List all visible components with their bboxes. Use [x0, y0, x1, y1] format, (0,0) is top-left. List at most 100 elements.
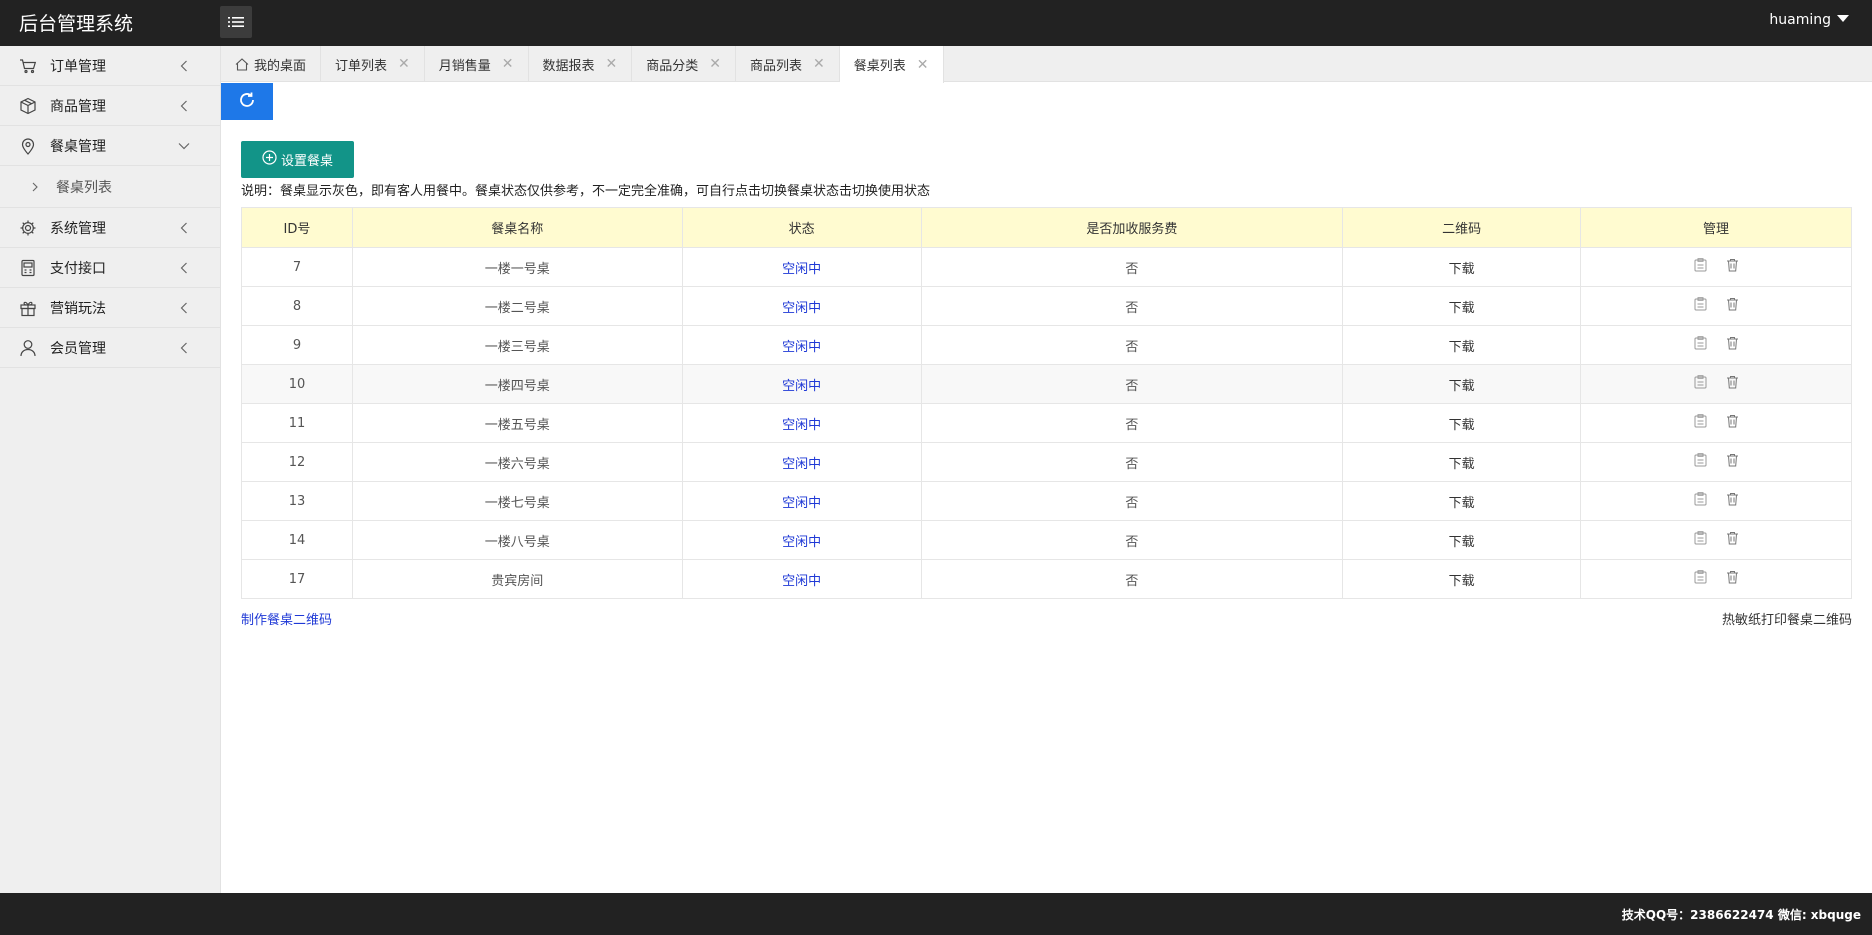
edit-icon[interactable]: [1694, 297, 1707, 311]
cell-name: 一楼七号桌: [351, 481, 683, 521]
top-header: 后台管理系统 huaming: [0, 0, 1872, 46]
delete-icon[interactable]: [1726, 492, 1739, 506]
download-qr-link[interactable]: 下载: [1449, 457, 1475, 472]
refresh-button[interactable]: [221, 83, 273, 120]
sidebar-item-products[interactable]: 商品管理: [0, 86, 220, 126]
download-qr-link[interactable]: 下载: [1449, 535, 1475, 550]
tab-product-category[interactable]: 商品分类 ✕: [632, 46, 737, 82]
cell-status: 空闲中: [681, 286, 922, 326]
status-toggle-link[interactable]: 空闲中: [782, 457, 821, 472]
sidebar-item-members[interactable]: 会员管理: [0, 328, 220, 368]
delete-icon[interactable]: [1726, 531, 1739, 545]
cart-icon: [19, 57, 37, 75]
close-icon[interactable]: ✕: [502, 56, 514, 72]
edit-icon[interactable]: [1694, 336, 1707, 350]
sidebar-item-payment[interactable]: 支付接口: [0, 248, 220, 288]
cell-id: 13: [241, 481, 353, 521]
sidebar-item-orders[interactable]: 订单管理: [0, 46, 220, 86]
thermal-print-qr-link[interactable]: 热敏纸打印餐桌二维码: [1722, 609, 1852, 628]
cell-fee: 否: [920, 247, 1344, 287]
sidebar: 订单管理 商品管理 餐桌管理 餐桌列表 系统管理 支付接口 营销玩法 会员管理: [0, 46, 221, 893]
close-icon[interactable]: ✕: [709, 56, 721, 72]
tab-data-report[interactable]: 数据报表 ✕: [529, 46, 633, 82]
tab-monthly-sales[interactable]: 月销售量 ✕: [425, 46, 529, 82]
edit-icon[interactable]: [1694, 375, 1707, 389]
close-icon[interactable]: ✕: [398, 56, 410, 72]
cell-status: 空闲中: [681, 403, 922, 443]
download-qr-link[interactable]: 下载: [1449, 496, 1475, 511]
close-icon[interactable]: ✕: [813, 56, 825, 72]
table-row: 12 一楼六号桌 空闲中 否 下载: [241, 442, 1852, 482]
edit-icon[interactable]: [1694, 492, 1707, 506]
table-list: ID号 餐桌名称 状态 是否加收服务费 二维码 管理 7 一楼一号桌 空闲中 否…: [241, 207, 1852, 599]
close-icon[interactable]: ✕: [917, 57, 929, 73]
cell-name: 一楼八号桌: [351, 520, 683, 560]
cell-id: 7: [241, 247, 353, 287]
refresh-icon: [238, 91, 256, 113]
download-qr-link[interactable]: 下载: [1449, 340, 1475, 355]
sidebar-item-label: 营销玩法: [50, 300, 106, 317]
delete-icon[interactable]: [1726, 258, 1739, 272]
user-menu[interactable]: huaming: [1769, 12, 1849, 28]
edit-icon[interactable]: [1694, 414, 1707, 428]
cell-id: 12: [241, 442, 353, 482]
edit-icon[interactable]: [1694, 453, 1707, 467]
download-qr-link[interactable]: 下载: [1449, 262, 1475, 277]
status-toggle-link[interactable]: 空闲中: [782, 418, 821, 433]
status-toggle-link[interactable]: 空闲中: [782, 262, 821, 277]
sidebar-item-tables[interactable]: 餐桌管理: [0, 126, 220, 166]
cell-manage: [1580, 559, 1852, 599]
download-qr-link[interactable]: 下载: [1449, 418, 1475, 433]
status-toggle-link[interactable]: 空闲中: [782, 340, 821, 355]
status-toggle-link[interactable]: 空闲中: [782, 496, 821, 511]
status-toggle-link[interactable]: 空闲中: [782, 379, 821, 394]
tab-home[interactable]: 我的桌面: [221, 46, 322, 82]
delete-icon[interactable]: [1726, 453, 1739, 467]
sidebar-item-system[interactable]: 系统管理: [0, 208, 220, 248]
tab-label: 月销售量: [438, 58, 491, 74]
gift-icon: [19, 299, 37, 317]
set-table-label: 设置餐桌: [280, 154, 333, 169]
cell-fee: 否: [920, 559, 1344, 599]
status-toggle-link[interactable]: 空闲中: [782, 535, 821, 550]
delete-icon[interactable]: [1726, 336, 1739, 350]
status-toggle-link[interactable]: 空闲中: [782, 574, 821, 589]
set-table-button[interactable]: 设置餐桌: [241, 141, 354, 178]
tab-product-list[interactable]: 商品列表 ✕: [736, 46, 840, 82]
cell-name: 一楼四号桌: [351, 364, 683, 404]
download-qr-link[interactable]: 下载: [1449, 301, 1475, 316]
cell-fee: 否: [920, 364, 1344, 404]
delete-icon[interactable]: [1726, 375, 1739, 389]
tab-table-list[interactable]: 餐桌列表 ✕: [839, 46, 944, 83]
sidebar-item-label: 商品管理: [50, 98, 106, 115]
edit-icon[interactable]: [1694, 258, 1707, 272]
cell-status: 空闲中: [681, 325, 922, 365]
cell-qr: 下载: [1342, 520, 1582, 560]
cell-qr: 下载: [1342, 559, 1582, 599]
delete-icon[interactable]: [1726, 570, 1739, 584]
menu-icon: [228, 16, 244, 28]
cell-fee: 否: [920, 481, 1344, 521]
delete-icon[interactable]: [1726, 297, 1739, 311]
download-qr-link[interactable]: 下载: [1449, 574, 1475, 589]
sidebar-subitem-table-list[interactable]: 餐桌列表: [0, 166, 220, 208]
chevron-left-icon: [177, 59, 191, 73]
tab-label: 我的桌面: [254, 58, 307, 74]
delete-icon[interactable]: [1726, 414, 1739, 428]
download-qr-link[interactable]: 下载: [1449, 379, 1475, 394]
cell-manage: [1580, 403, 1852, 443]
table-header-row: ID号 餐桌名称 状态 是否加收服务费 二维码 管理: [241, 207, 1852, 248]
status-toggle-link[interactable]: 空闲中: [782, 301, 821, 316]
cell-name: 一楼二号桌: [351, 286, 683, 326]
edit-icon[interactable]: [1694, 570, 1707, 584]
sidebar-item-marketing[interactable]: 营销玩法: [0, 288, 220, 328]
cell-manage: [1580, 364, 1852, 404]
menu-toggle-button[interactable]: [220, 6, 252, 38]
cell-status: 空闲中: [681, 442, 922, 482]
edit-icon[interactable]: [1694, 531, 1707, 545]
tab-order-list[interactable]: 订单列表 ✕: [321, 46, 425, 82]
cell-manage: [1580, 481, 1852, 521]
make-table-qr-link[interactable]: 制作餐桌二维码: [241, 609, 332, 628]
cell-status: 空闲中: [681, 520, 922, 560]
close-icon[interactable]: ✕: [606, 56, 618, 72]
